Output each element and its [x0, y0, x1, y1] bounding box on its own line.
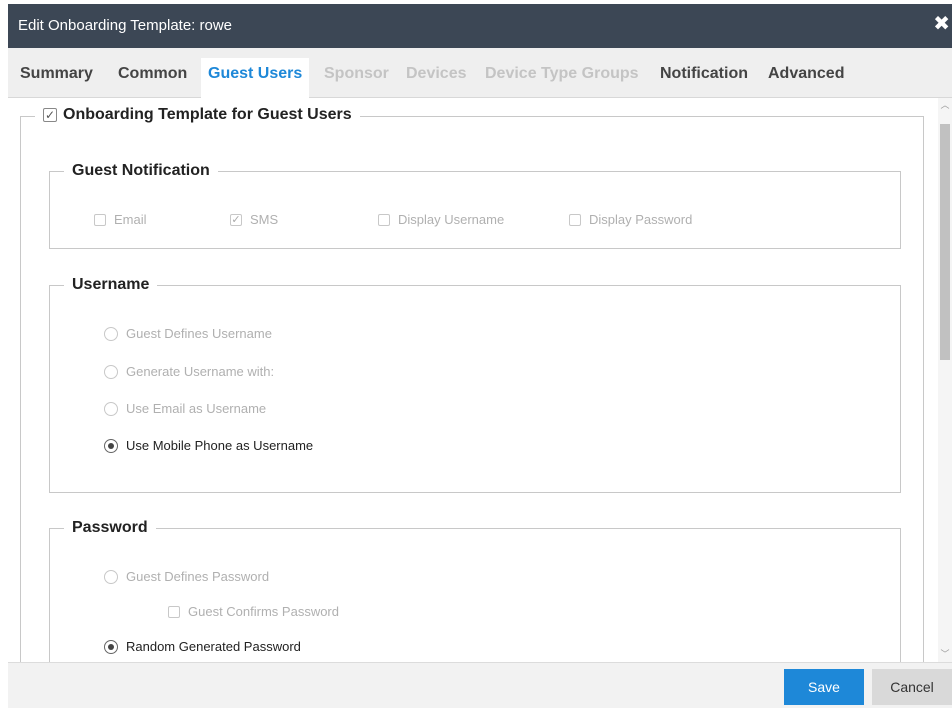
mobile-phone-as-username-radio[interactable] [104, 438, 118, 453]
onboarding-template-label: Onboarding Template for Guest Users [63, 106, 352, 123]
sms-label: SMS [250, 212, 279, 227]
random-generated-password-option[interactable]: Random Generated Password [104, 639, 301, 654]
guest-defines-password-option[interactable]: Guest Defines Password [104, 569, 269, 584]
tab-common[interactable]: Common [118, 65, 187, 83]
guest-confirms-password-checkbox[interactable] [168, 605, 180, 618]
sms-checkbox[interactable]: ✓ [230, 213, 242, 226]
display-password-label: Display Password [589, 212, 693, 227]
tab-summary[interactable]: Summary [20, 65, 93, 83]
guest-defines-username-option[interactable]: Guest Defines Username [104, 326, 272, 341]
tab-advanced[interactable]: Advanced [768, 65, 844, 83]
guest-defines-password-label: Guest Defines Password [126, 569, 270, 584]
username-legend: Username [64, 276, 158, 294]
random-generated-password-label: Random Generated Password [126, 639, 301, 654]
onboarding-template-checkbox[interactable]: ✓ [43, 108, 57, 122]
onboarding-template-legend: ✓ Onboarding Template for Guest Users [35, 106, 360, 124]
tab-devices: Devices [406, 65, 467, 82]
content-scrollbar[interactable]: ︿ ﹀ [938, 98, 952, 662]
tab-device-type-groups: Device Type Groups [485, 65, 639, 82]
password-fieldset: Password Guest Defines Password Guest Co… [49, 519, 901, 662]
generate-username-label: Generate Username with: [126, 364, 275, 379]
username-fieldset: Username Guest Defines Username Generate… [49, 276, 901, 493]
display-password-option[interactable]: Display Password [569, 212, 692, 227]
close-icon[interactable]: ✖ [933, 14, 950, 34]
edit-onboarding-template-dialog: Edit Onboarding Template: rowe ✖ Summary… [0, 0, 952, 708]
guest-confirms-password-label: Guest Confirms Password [188, 604, 339, 619]
display-username-option[interactable]: Display Username [378, 212, 504, 227]
generate-username-option[interactable]: Generate Username with: [104, 364, 274, 379]
mobile-phone-as-username-label: Use Mobile Phone as Username [126, 438, 314, 453]
random-generated-password-radio[interactable] [104, 639, 118, 654]
password-legend: Password [64, 519, 156, 537]
scroll-down-icon[interactable]: ﹀ [938, 647, 952, 660]
tab-bar: Summary Common Guest Users Sponsor Devic… [8, 48, 952, 98]
guest-defines-username-label: Guest Defines Username [126, 326, 272, 341]
display-username-checkbox[interactable] [378, 213, 390, 226]
generate-username-radio[interactable] [104, 364, 118, 379]
guest-defines-username-radio[interactable] [104, 326, 118, 341]
email-as-username-option[interactable]: Use Email as Username [104, 401, 266, 416]
mobile-phone-as-username-option[interactable]: Use Mobile Phone as Username [104, 438, 313, 453]
email-label: Email [114, 212, 147, 227]
cancel-button[interactable]: Cancel [872, 669, 952, 705]
tab-notification[interactable]: Notification [660, 65, 748, 83]
scroll-up-icon[interactable]: ︿ [938, 98, 952, 111]
guest-confirms-password-option[interactable]: Guest Confirms Password [168, 604, 339, 619]
email-option[interactable]: Email [94, 212, 147, 227]
guest-defines-password-radio[interactable] [104, 569, 118, 584]
email-as-username-radio[interactable] [104, 401, 118, 416]
onboarding-template-fieldset: ✓ Onboarding Template for Guest Users Gu… [20, 106, 924, 662]
sms-option[interactable]: ✓ SMS [230, 212, 278, 227]
save-button[interactable]: Save [784, 669, 864, 705]
dialog-footer: Save Cancel [8, 662, 952, 708]
tab-guest-users[interactable]: Guest Users [201, 58, 310, 98]
guest-notification-fieldset: Guest Notification Email ✓ SMS Display U… [49, 162, 901, 249]
email-checkbox[interactable] [94, 213, 106, 226]
tab-sponsor: Sponsor [324, 65, 389, 82]
dialog-titlebar: Edit Onboarding Template: rowe ✖ [8, 4, 952, 48]
scrollbar-thumb[interactable] [940, 124, 950, 360]
email-as-username-label: Use Email as Username [126, 401, 267, 416]
display-username-label: Display Username [398, 212, 505, 227]
guest-notification-legend: Guest Notification [64, 162, 218, 180]
dialog-title: Edit Onboarding Template: rowe [18, 17, 233, 34]
tab-content: ✓ Onboarding Template for Guest Users Gu… [8, 98, 938, 662]
display-password-checkbox[interactable] [569, 213, 581, 226]
